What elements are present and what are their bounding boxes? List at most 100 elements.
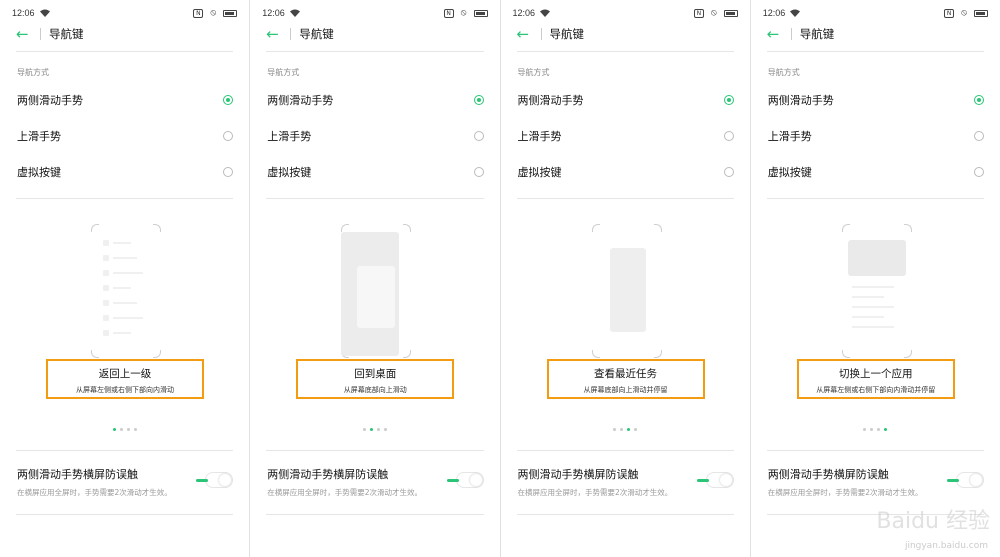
radio-button[interactable] xyxy=(723,95,734,105)
nav-mode-option[interactable]: 上滑手势 xyxy=(17,126,234,146)
vibrate-icon: ⦸ xyxy=(210,8,217,18)
option-label: 上滑手势 xyxy=(17,130,61,143)
nav-mode-option[interactable]: 虚拟按键 xyxy=(267,162,484,182)
nav-mode-option[interactable]: 虚拟按键 xyxy=(17,162,234,182)
page-dot xyxy=(119,428,123,431)
option-label: 两侧滑动手势 xyxy=(517,94,584,107)
ghost-list-icon xyxy=(103,270,109,276)
page-dot xyxy=(369,428,373,431)
back-arrow-icon[interactable]: ← xyxy=(767,25,785,43)
toggle-track xyxy=(947,479,959,482)
caption-subtitle: 从屏幕左侧或右侧下部向内滑动 xyxy=(76,386,174,394)
caption-subtitle: 从屏幕左侧或右侧下部向内滑动并停留 xyxy=(816,386,936,394)
gesture-illustration xyxy=(250,220,499,360)
page-dot xyxy=(112,428,116,431)
setting-description: 在横屏应用全屏时，手势需要2次滑动才生效。 xyxy=(767,488,923,497)
nav-mode-option[interactable]: 两侧滑动手势 xyxy=(518,90,734,110)
app-header: ← 导航键 xyxy=(767,24,984,44)
nfc-icon: N xyxy=(944,8,955,18)
setting-description: 在横屏应用全屏时，手势需要2次滑动才生效。 xyxy=(267,488,423,497)
radio-button[interactable] xyxy=(974,131,984,141)
app-header: ← 导航键 xyxy=(16,24,233,44)
frame-corner xyxy=(341,224,350,232)
page-title: 导航键 xyxy=(549,27,585,41)
nav-mode-option[interactable]: 两侧滑动手势 xyxy=(267,90,484,110)
status-time: 12:06 xyxy=(512,8,536,18)
nav-mode-option[interactable]: 虚拟按键 xyxy=(518,162,734,182)
nav-mode-option[interactable]: 上滑手势 xyxy=(518,126,734,146)
section-label: 导航方式 xyxy=(767,68,800,77)
watermark-logo: Baidu 经验 xyxy=(876,509,990,534)
option-label: 两侧滑动手势 xyxy=(17,94,83,107)
page-indicator xyxy=(751,428,1000,431)
header-divider xyxy=(40,28,41,40)
frame-corner xyxy=(653,224,662,232)
radio-button[interactable] xyxy=(473,95,484,105)
option-label: 虚拟按键 xyxy=(767,166,812,179)
app-header: ← 导航键 xyxy=(517,24,734,44)
page-dot xyxy=(376,428,380,431)
ghost-list-icon xyxy=(103,255,109,261)
toggle-switch[interactable] xyxy=(196,472,234,488)
ghost-list-icon xyxy=(103,240,109,246)
status-bar: 12:06 N ⦸ xyxy=(12,6,238,20)
status-time: 12:06 xyxy=(762,8,786,18)
radio-button[interactable] xyxy=(223,95,234,105)
option-label: 两侧滑动手势 xyxy=(767,94,834,107)
radio-button[interactable] xyxy=(974,167,984,177)
ghost-list-icon xyxy=(103,300,109,306)
page-indicator xyxy=(250,428,499,431)
frame-corner xyxy=(841,350,850,358)
ghost-list-line xyxy=(113,332,131,334)
caption-title: 回到桌面 xyxy=(354,368,397,380)
phone-screen: 12:06 N ⦸ ← 导航键 导航方式 两侧滑动手势上滑手势虚拟按键 xyxy=(750,0,1000,557)
page-dot xyxy=(863,428,867,431)
ghost-list-icon xyxy=(103,285,109,291)
wifi-icon xyxy=(289,9,300,17)
toggle-track xyxy=(196,479,209,482)
divider xyxy=(516,514,734,515)
ghost-list-line xyxy=(113,242,131,244)
toggle-switch[interactable] xyxy=(947,472,984,488)
radio-button[interactable] xyxy=(473,167,484,177)
watermark-url: jingyan.baidu.com xyxy=(904,541,988,551)
vibrate-icon: ⦸ xyxy=(710,8,717,18)
page-dot xyxy=(877,428,881,431)
section-label: 导航方式 xyxy=(517,68,550,77)
vibrate-icon: ⦸ xyxy=(961,8,967,18)
nav-mode-option[interactable]: 上滑手势 xyxy=(267,126,484,146)
toggle-track xyxy=(696,479,709,482)
edge-gesture-setting: 两侧滑动手势横屏防误触 在横屏应用全屏时，手势需要2次滑动才生效。 xyxy=(267,466,484,498)
toggle-switch[interactable] xyxy=(446,472,484,488)
header-divider xyxy=(540,28,542,40)
radio-button[interactable] xyxy=(974,95,984,105)
option-label: 虚拟按键 xyxy=(17,166,61,179)
nav-mode-option[interactable]: 两侧滑动手势 xyxy=(17,90,234,110)
back-arrow-icon[interactable]: ← xyxy=(16,25,34,43)
ghost-list-line xyxy=(113,302,137,304)
edge-gesture-setting: 两侧滑动手势横屏防误触 在横屏应用全屏时，手势需要2次滑动才生效。 xyxy=(768,466,984,498)
caption-title: 查看最近任务 xyxy=(594,368,657,380)
page-title: 导航键 xyxy=(799,27,835,41)
option-label: 上滑手势 xyxy=(517,130,562,143)
back-arrow-icon[interactable]: ← xyxy=(266,25,284,43)
back-arrow-icon[interactable]: ← xyxy=(517,25,535,43)
toggle-switch[interactable] xyxy=(696,472,734,488)
phone-screen: 12:06 N ⦸ ← 导航键 导航方式 两侧滑动手势 上滑手势 虚拟按键 xyxy=(250,0,500,557)
frame-corner xyxy=(153,350,161,358)
ghost-list-icon xyxy=(103,330,109,336)
radio-button[interactable] xyxy=(723,131,734,141)
radio-button[interactable] xyxy=(723,167,734,177)
option-label: 两侧滑动手势 xyxy=(267,94,334,107)
nav-mode-option[interactable]: 上滑手势 xyxy=(768,126,984,146)
toggle-track xyxy=(446,479,459,482)
frame-corner xyxy=(653,350,662,358)
radio-button[interactable] xyxy=(473,131,484,141)
status-bar: 12:06 N ⦸ xyxy=(513,6,738,20)
header-divider xyxy=(790,28,792,40)
nav-mode-option[interactable]: 两侧滑动手势 xyxy=(768,90,984,110)
radio-button[interactable] xyxy=(223,167,234,177)
radio-button[interactable] xyxy=(223,131,234,141)
ghost-text-line xyxy=(851,326,894,328)
nav-mode-option[interactable]: 虚拟按键 xyxy=(768,162,984,182)
